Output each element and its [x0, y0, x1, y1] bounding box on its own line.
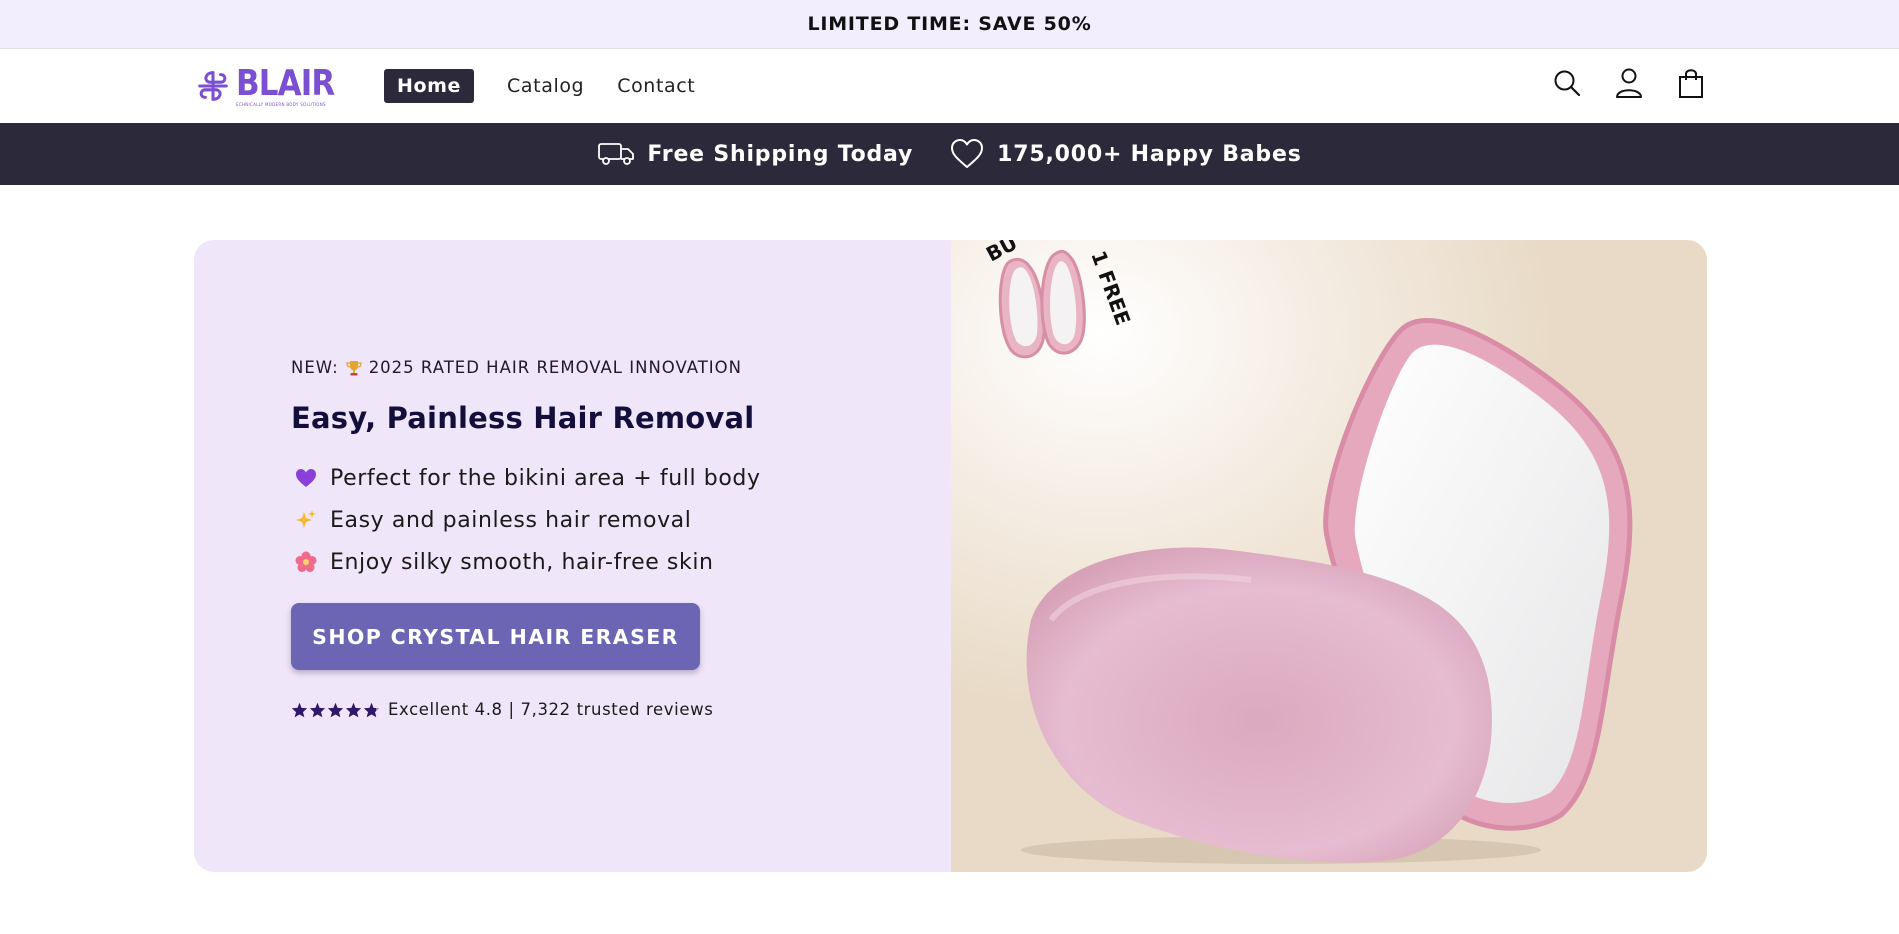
shop-now-button[interactable]: SHOP CRYSTAL HAIR ERASER	[291, 603, 700, 670]
benefit-shipping: Free Shipping Today	[597, 141, 913, 167]
star-icon	[291, 702, 308, 717]
purple-heart-icon	[294, 466, 318, 490]
main-nav: Home Catalog Contact	[384, 69, 728, 103]
benefit-customers: 175,000+ Happy Babes	[949, 138, 1301, 170]
announcement-text: LIMITED TIME: SAVE 50%	[807, 13, 1092, 35]
nav-contact[interactable]: Contact	[617, 70, 695, 102]
bullet-text: Enjoy silky smooth, hair-free skin	[330, 549, 714, 575]
announcement-bar: LIMITED TIME: SAVE 50%	[0, 0, 1899, 49]
account-icon[interactable]	[1613, 63, 1645, 103]
product-illustration: BU 1 FREE	[951, 240, 1707, 872]
star-half-icon	[363, 702, 380, 717]
search-icon[interactable]	[1551, 63, 1583, 103]
sparkles-icon	[294, 508, 318, 532]
flower-icon	[294, 550, 318, 574]
nav-catalog[interactable]: Catalog	[507, 70, 584, 102]
rating-text: Excellent 4.8 | 7,322 trusted reviews	[388, 700, 714, 719]
eyebrow-text: 2025 RATED HAIR REMOVAL INNOVATION	[368, 358, 742, 377]
hero-eyebrow: NEW: 2025 RATED HAIR REMOVAL INNOVATION	[291, 358, 951, 377]
logo[interactable]: BLAIR ECHNICALLY MODERN BODY SOLUTIONS	[194, 61, 384, 111]
benefits-bar: Free Shipping Today 175,000+ Happy Babes	[0, 123, 1899, 185]
hero-content: NEW: 2025 RATED HAIR REMOVAL INNOVATION …	[194, 240, 951, 872]
nav-home[interactable]: Home	[384, 69, 475, 103]
cart-icon[interactable]	[1675, 63, 1707, 103]
bullet-item: Perfect for the bikini area + full body	[291, 457, 951, 499]
star-rating	[291, 702, 380, 718]
hero-product-image: BU 1 FREE	[951, 240, 1707, 872]
header-icons	[1551, 63, 1707, 103]
bullet-item: Enjoy silky smooth, hair-free skin	[291, 541, 951, 583]
benefit-shipping-label: Free Shipping Today	[647, 141, 914, 167]
star-icon	[309, 702, 326, 717]
star-icon	[327, 702, 344, 717]
bullet-item: Easy and painless hair removal	[291, 499, 951, 541]
hero-banner: NEW: 2025 RATED HAIR REMOVAL INNOVATION …	[194, 240, 1707, 872]
logo-wordmark: BLAIR	[236, 62, 335, 104]
logo-mark-icon	[198, 71, 228, 101]
truck-icon	[598, 143, 635, 165]
bullet-text: Easy and painless hair removal	[330, 507, 692, 533]
benefit-customers-label: 175,000+ Happy Babes	[997, 141, 1302, 167]
star-icon	[345, 702, 362, 717]
heart-icon	[951, 139, 984, 168]
eyebrow-prefix: NEW:	[291, 358, 339, 377]
site-header: BLAIR ECHNICALLY MODERN BODY SOLUTIONS H…	[0, 49, 1899, 123]
bullet-text: Perfect for the bikini area + full body	[330, 465, 761, 491]
hero-bullets: Perfect for the bikini area + full body …	[291, 457, 951, 583]
trophy-icon	[346, 360, 362, 375]
hero-headline: Easy, Painless Hair Removal	[291, 401, 755, 435]
review-rating: Excellent 4.8 | 7,322 trusted reviews	[291, 700, 951, 719]
